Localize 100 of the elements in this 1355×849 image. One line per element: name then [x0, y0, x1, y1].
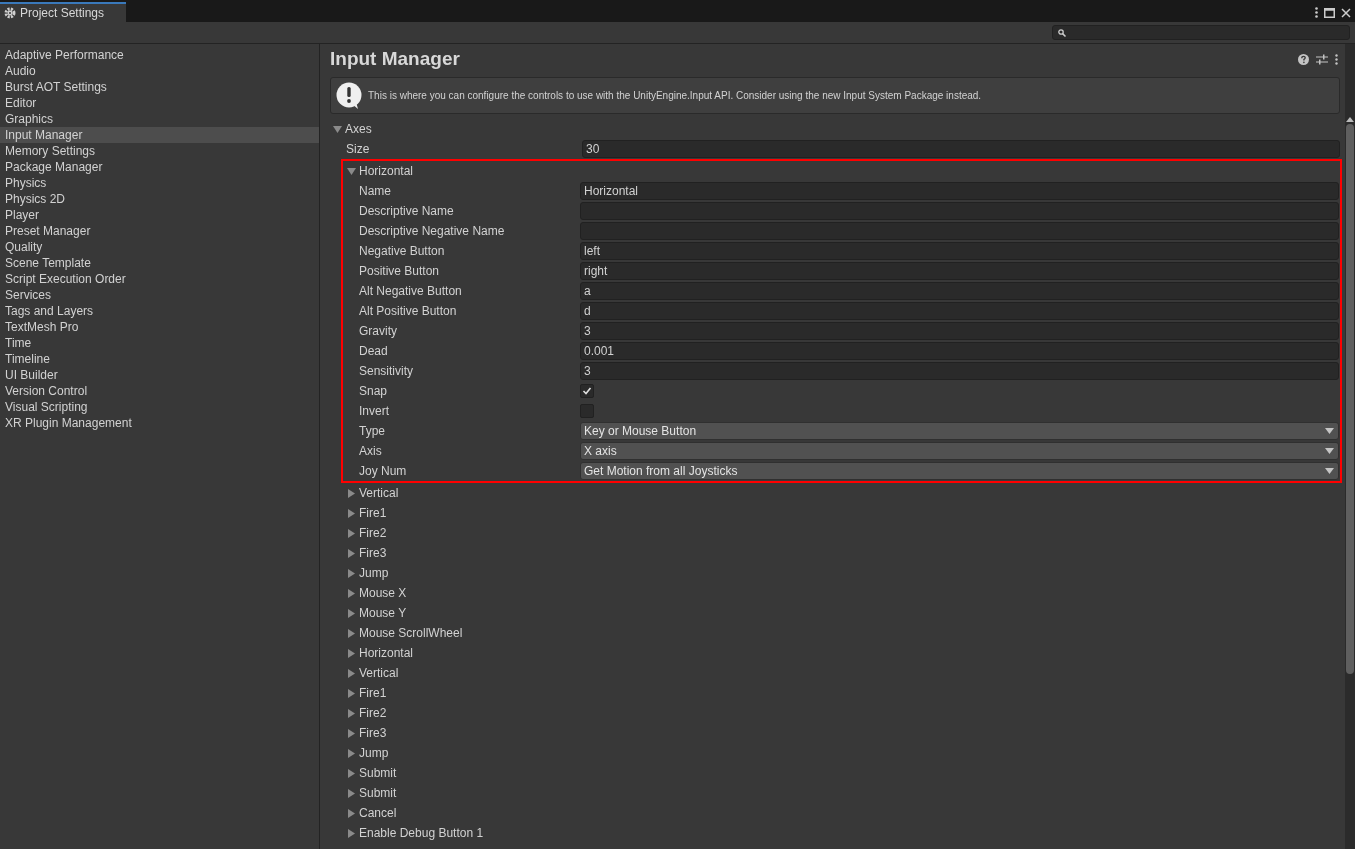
field-label: Positive Button	[358, 263, 441, 280]
tree-row[interactable]: Submit	[343, 783, 1340, 803]
axis-label: Horizontal	[359, 645, 414, 662]
field-label: Alt Negative Button	[358, 283, 463, 300]
search-field[interactable]	[1052, 25, 1350, 40]
field-label: Invert	[358, 403, 390, 420]
sidebar-item[interactable]: Visual Scripting	[0, 399, 319, 415]
text-field[interactable]: right	[580, 262, 1339, 280]
dropdown-arrow-icon	[1325, 428, 1334, 434]
scroll-up-arrow-icon[interactable]	[1346, 116, 1354, 122]
page-title: Input Manager	[330, 46, 460, 71]
tree-row[interactable]: Axes	[330, 119, 1340, 139]
axis-label: Fire2	[359, 705, 387, 722]
gear-icon	[4, 7, 16, 19]
text-field[interactable]: Horizontal	[580, 182, 1339, 200]
tree-row[interactable]: Jump	[343, 563, 1340, 583]
sidebar-item[interactable]: Input Manager	[0, 127, 319, 143]
tree-row[interactable]: Horizontal	[343, 161, 1339, 181]
dropdown-arrow-icon	[1325, 468, 1334, 474]
sidebar-item[interactable]: UI Builder	[0, 367, 319, 383]
tree-row[interactable]: Enable Debug Button 1	[343, 823, 1340, 843]
tree-row[interactable]: Fire3	[343, 543, 1340, 563]
tree-row[interactable]: Fire1	[343, 503, 1340, 523]
text-field[interactable]: 0.001	[580, 342, 1339, 360]
sidebar-item[interactable]: Time	[0, 335, 319, 351]
text-field[interactable]: 30	[582, 140, 1340, 158]
dropdown[interactable]: Key or Mouse Button	[580, 422, 1339, 440]
axis-label: Vertical	[359, 665, 399, 682]
sidebar-item[interactable]: Burst AOT Settings	[0, 79, 319, 95]
tree-row[interactable]: Mouse ScrollWheel	[343, 623, 1340, 643]
sidebar-item[interactable]: Timeline	[0, 351, 319, 367]
sliders-icon[interactable]	[1316, 53, 1328, 65]
text-field[interactable]: 3	[580, 322, 1339, 340]
close-icon[interactable]	[1341, 7, 1351, 18]
sidebar-item[interactable]: Preset Manager	[0, 223, 319, 239]
tree-row[interactable]: Vertical	[343, 483, 1340, 503]
tree-row[interactable]: Mouse Y	[343, 603, 1340, 623]
text-field[interactable]	[580, 222, 1339, 240]
dropdown[interactable]: Get Motion from all Joysticks	[580, 462, 1339, 480]
axis-label: Mouse X	[359, 585, 407, 602]
text-field[interactable]: d	[580, 302, 1339, 320]
sidebar-item[interactable]: Tags and Layers	[0, 303, 319, 319]
sidebar-item[interactable]: Graphics	[0, 111, 319, 127]
field-label: Sensitivity	[358, 363, 415, 380]
sidebar-item[interactable]: Editor	[0, 95, 319, 111]
tree-row[interactable]: Fire2	[343, 703, 1340, 723]
text-field[interactable]: 3	[580, 362, 1339, 380]
sidebar-item[interactable]: Version Control	[0, 383, 319, 399]
field-label: Descriptive Name	[358, 203, 455, 220]
tree-row[interactable]: Submit	[343, 763, 1340, 783]
sidebar-item[interactable]: TextMesh Pro	[0, 319, 319, 335]
more-options-icon[interactable]	[1335, 53, 1338, 65]
checkbox[interactable]	[580, 384, 594, 398]
tree-row[interactable]: Fire3	[343, 723, 1340, 743]
field-label: Axis	[358, 443, 383, 460]
dropdown[interactable]: X axis	[580, 442, 1339, 460]
more-options-icon[interactable]	[1315, 7, 1318, 18]
sidebar-item[interactable]: Scene Template	[0, 255, 319, 271]
axis-label: Jump	[359, 565, 389, 582]
tree-row[interactable]: Jump	[343, 743, 1340, 763]
tree-row[interactable]: Fire1	[343, 683, 1340, 703]
axis-label: Mouse Y	[359, 605, 407, 622]
text-field[interactable]: left	[580, 242, 1339, 260]
sidebar-item[interactable]: Physics	[0, 175, 319, 191]
sidebar-item[interactable]: Audio	[0, 63, 319, 79]
tree-row[interactable]: Cancel	[343, 803, 1340, 823]
field-label: Name	[358, 183, 392, 200]
field-label: Dead	[358, 343, 389, 360]
text-field[interactable]: a	[580, 282, 1339, 300]
collapse-arrow-icon[interactable]	[347, 166, 356, 176]
sidebar-item[interactable]: Physics 2D	[0, 191, 319, 207]
tree-row[interactable]: Fire2	[343, 523, 1340, 543]
collapse-arrow-icon[interactable]	[333, 124, 342, 134]
maximize-icon[interactable]	[1324, 7, 1335, 18]
sidebar-item[interactable]: Memory Settings	[0, 143, 319, 159]
field-label: Snap	[358, 383, 389, 400]
sidebar-item[interactable]: Package Manager	[0, 159, 319, 175]
axis-label: Vertical	[359, 485, 399, 502]
field-label: Negative Button	[358, 243, 446, 260]
axis-label: Submit	[359, 785, 397, 802]
sidebar-item[interactable]: Adaptive Performance	[0, 47, 319, 63]
axes-label: Axes	[345, 121, 372, 138]
field-label: Gravity	[358, 323, 398, 340]
help-icon[interactable]	[1298, 53, 1309, 65]
sidebar-item[interactable]: Quality	[0, 239, 319, 255]
window-tab[interactable]: Project Settings	[0, 2, 126, 22]
tree-row[interactable]: Horizontal	[343, 643, 1340, 663]
tree-row[interactable]: Mouse X	[343, 583, 1340, 603]
axis-label: Cancel	[359, 805, 397, 822]
sidebar-item[interactable]: Player	[0, 207, 319, 223]
axis-label: Fire1	[359, 505, 387, 522]
sidebar-item[interactable]: Services	[0, 287, 319, 303]
dropdown-arrow-icon	[1325, 448, 1334, 454]
field-label: Alt Positive Button	[358, 303, 458, 320]
axis-label: Enable Debug Button 1	[359, 825, 484, 842]
tree-row[interactable]: Vertical	[343, 663, 1340, 683]
text-field[interactable]	[580, 202, 1339, 220]
field-label: Type	[358, 423, 386, 440]
sidebar-item[interactable]: Script Execution Order	[0, 271, 319, 287]
sidebar-item[interactable]: XR Plugin Management	[0, 415, 319, 431]
